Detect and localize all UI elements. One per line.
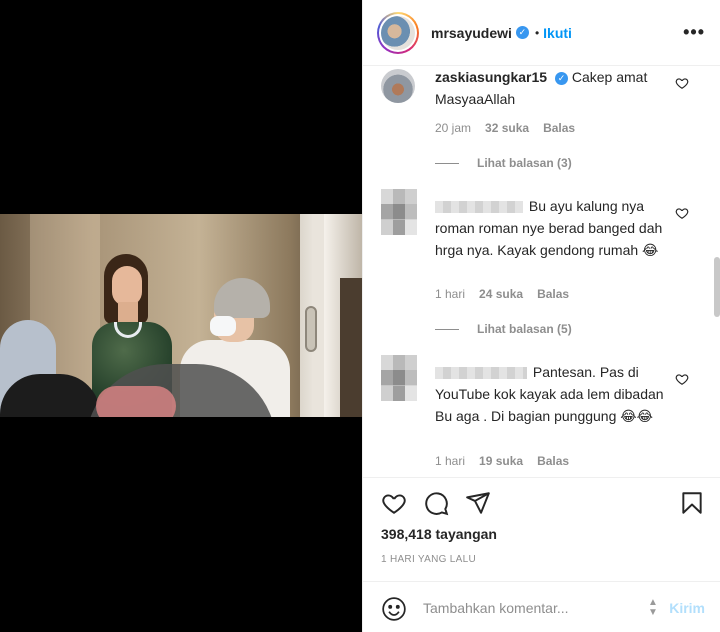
comment-likes[interactable]: 24 suka [479, 287, 523, 301]
emoji-icon[interactable] [381, 596, 407, 622]
view-replies-label: Lihat balasan (3) [477, 156, 572, 170]
post-actions: 398,418 tayangan 1 HARI YANG LALU [363, 477, 720, 581]
comment-input[interactable] [423, 596, 643, 620]
comment-time[interactable]: 1 hari [435, 454, 465, 468]
resize-grip-icon[interactable]: ▲ ▼ [647, 598, 659, 618]
comment-avatar[interactable] [381, 189, 417, 235]
verified-icon: ✓ [515, 26, 529, 39]
heart-icon[interactable] [675, 372, 689, 386]
heart-icon[interactable] [675, 206, 689, 220]
post-timestamp[interactable]: 1 HARI YANG LALU [381, 554, 476, 565]
avatar-image [381, 15, 415, 50]
view-replies-label: Lihat balasan (5) [477, 322, 572, 336]
comment-likes[interactable]: 32 suka [485, 121, 529, 135]
comment-body: zaskiasungkar15 ✓ Cakep amat MasyaaAllah [435, 67, 675, 110]
reply-button[interactable]: Balas [537, 454, 569, 468]
view-replies-button[interactable]: Lihat balasan (5) [435, 322, 572, 336]
scene-man-hair [214, 278, 270, 318]
post-side-panel: mrsayudewi ✓ • Ikuti ••• zaskiasungkar15… [362, 0, 720, 632]
comment-scrollbar[interactable] [714, 257, 720, 317]
bookmark-icon[interactable] [679, 490, 705, 516]
comment-username[interactable]: zaskiasungkar15 [435, 69, 547, 85]
share-icon[interactable] [465, 490, 491, 516]
post-media[interactable] [0, 0, 362, 632]
avatar[interactable] [377, 11, 419, 54]
heart-icon[interactable] [675, 76, 689, 90]
scene-woman-face [112, 266, 142, 306]
avatar-inner [379, 13, 417, 52]
view-replies-button[interactable]: Lihat balasan (3) [435, 156, 572, 170]
follow-button[interactable]: Ikuti [543, 25, 572, 41]
blurred-username [435, 201, 523, 214]
post-header: mrsayudewi ✓ • Ikuti ••• [363, 0, 720, 66]
comment-body: Bu ayu kalung nya roman roman nye berad … [435, 195, 675, 261]
comment-time[interactable]: 20 jam [435, 121, 471, 135]
send-button[interactable]: Kirim [669, 600, 705, 616]
replies-divider [435, 328, 459, 330]
video-frame[interactable] [0, 214, 362, 417]
more-icon[interactable]: ••• [683, 22, 705, 43]
add-comment-bar: ▲▼ Kirim [363, 581, 720, 632]
blurred-username [435, 367, 527, 380]
verified-icon: ✓ [554, 71, 568, 85]
heart-icon[interactable] [381, 490, 407, 516]
comment-list[interactable]: zaskiasungkar15 ✓ Cakep amat MasyaaAllah… [363, 67, 720, 477]
header-separator: • [534, 25, 540, 40]
scene-door-handle [305, 306, 317, 352]
post-username[interactable]: mrsayudewi [431, 25, 512, 41]
scene-blurred-pink [96, 386, 176, 417]
comment-avatar[interactable] [381, 69, 415, 103]
reply-button[interactable]: Balas [537, 287, 569, 301]
comment-likes[interactable]: 19 suka [479, 454, 523, 468]
scene-man-mask [210, 316, 236, 336]
comment-avatar[interactable] [381, 355, 417, 401]
comment-icon[interactable] [423, 490, 449, 516]
comment-body: Pantesan. Pas di YouTube kok kayak ada l… [435, 361, 675, 427]
reply-button[interactable]: Balas [543, 121, 575, 135]
replies-divider [435, 162, 459, 164]
scene-person-right [340, 278, 362, 417]
comment-meta: 1 hari 19 suka Balas [435, 454, 569, 468]
view-count[interactable]: 398,418 tayangan [381, 526, 497, 542]
comment-meta: 20 jam 32 suka Balas [435, 121, 575, 135]
comment-time[interactable]: 1 hari [435, 287, 465, 301]
comment-meta: 1 hari 24 suka Balas [435, 287, 569, 301]
